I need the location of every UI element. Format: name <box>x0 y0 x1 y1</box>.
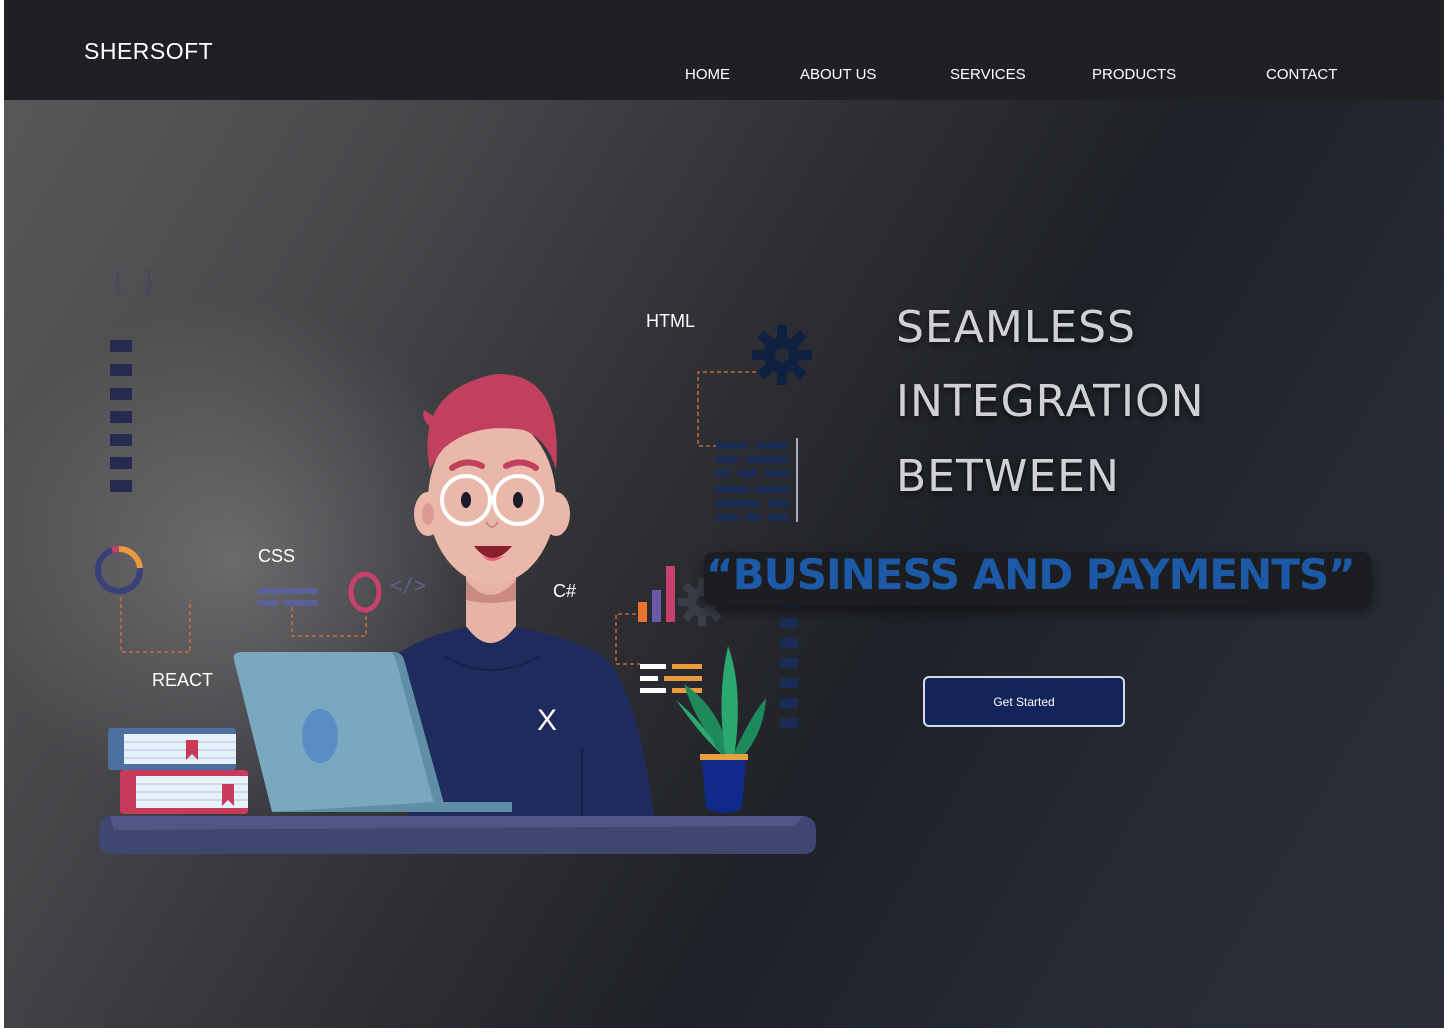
csharp-label: C# <box>553 581 577 601</box>
braces-icon: { } <box>110 267 157 297</box>
get-started-button[interactable]: Get Started <box>923 676 1125 727</box>
highlight-text: “BUSINESS AND PAYMENTS” <box>706 550 1356 599</box>
bar-chart-icon <box>638 566 675 622</box>
gear-icon <box>752 325 812 385</box>
hero-line-2: INTEGRATION <box>896 376 1205 427</box>
page-frame: SHERSOFT HOME ABOUT US SERVICES PRODUCTS… <box>4 0 1444 1028</box>
developer-illustration: { } </> <box>4 267 816 854</box>
orange-lines-decoration <box>640 664 702 693</box>
code-block-decoration <box>716 442 788 521</box>
html-label: HTML <box>646 311 695 331</box>
hero-line-1: SEAMLESS <box>896 302 1136 353</box>
right-bars-decoration <box>780 598 798 728</box>
books-icon <box>108 728 248 814</box>
plant-icon <box>676 646 766 813</box>
hero-line-3: BETWEEN <box>896 451 1120 502</box>
css-label: CSS <box>258 546 296 566</box>
x-label: X <box>537 704 558 737</box>
react-label: REACT <box>152 670 214 690</box>
code-tag-icon: </> <box>390 573 426 597</box>
